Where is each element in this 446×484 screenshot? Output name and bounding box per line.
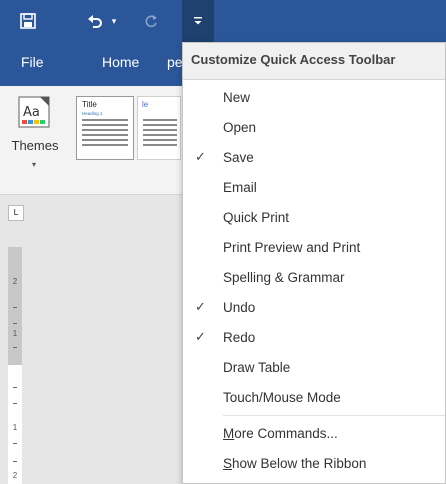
- menu-item-open[interactable]: Open: [183, 113, 445, 143]
- style-set-heading: Heading 1: [82, 111, 103, 116]
- menu-item-save[interactable]: ✓ Save: [183, 143, 445, 173]
- menu-item-touch-mouse-mode[interactable]: Touch/Mouse Mode: [183, 383, 445, 413]
- menu-item-spelling-grammar[interactable]: Spelling & Grammar: [183, 263, 445, 293]
- menu-separator: [223, 415, 445, 416]
- ruler-tick: [13, 461, 17, 462]
- title-bar: ▾: [0, 0, 446, 42]
- menu-item-redo[interactable]: ✓ Redo: [183, 323, 445, 353]
- redo-icon: [145, 15, 157, 28]
- menu-item-label: Print Preview and Print: [223, 240, 361, 255]
- themes-label: Themes: [11, 138, 59, 153]
- style-set-2-title: le: [142, 100, 149, 109]
- tab-home[interactable]: Home: [102, 54, 139, 70]
- customize-qat-menu: Customize Quick Access Toolbar New Open …: [182, 42, 446, 484]
- menu-header: Customize Quick Access Toolbar: [183, 43, 445, 80]
- svg-text:Aa: Aa: [23, 105, 40, 120]
- menu-item-label: Save: [223, 150, 254, 165]
- checkmark-icon: ✓: [195, 299, 206, 314]
- tab-selector-button[interactable]: L: [8, 205, 24, 221]
- style-set-preview-lines: [82, 119, 128, 149]
- style-set-2-preview-lines: [143, 119, 177, 149]
- accelerator-key: S: [223, 456, 233, 471]
- menu-item-label: Quick Print: [223, 210, 290, 225]
- menu-item-label: Undo: [223, 300, 256, 315]
- ruler-mark: 1: [12, 423, 18, 432]
- checkmark-icon: ✓: [195, 149, 206, 164]
- ruler-mark: 2: [12, 277, 18, 286]
- menu-item-label-rest: ore Commands...: [234, 426, 338, 441]
- menu-item-print-preview[interactable]: Print Preview and Print: [183, 233, 445, 263]
- checkmark-icon: ✓: [195, 329, 206, 344]
- tab-file[interactable]: File: [21, 54, 44, 70]
- tab-design-partial[interactable]: pe: [167, 54, 183, 70]
- menu-item-draw-table[interactable]: Draw Table: [183, 353, 445, 383]
- menu-item-label: Spelling & Grammar: [223, 270, 345, 285]
- ruler-tick: [13, 347, 17, 348]
- themes-button[interactable]: Aa Themes ▾: [6, 94, 64, 169]
- save-icon: [20, 13, 36, 29]
- menu-item-label: Open: [223, 120, 257, 135]
- chevron-down-icon: ▾: [31, 160, 36, 169]
- ruler-tick: [13, 403, 17, 404]
- menu-item-new[interactable]: New: [183, 83, 445, 113]
- themes-icon: Aa: [18, 96, 50, 128]
- menu-item-label: Touch/Mouse Mode: [223, 390, 341, 405]
- undo-icon: [88, 15, 102, 28]
- ruler-mark: 1: [12, 329, 18, 338]
- ruler-mark: 2: [12, 471, 18, 480]
- vertical-ruler[interactable]: 2 1 1 2: [8, 247, 22, 484]
- menu-item-show-below-ribbon[interactable]: Show Below the Ribbon: [183, 449, 445, 479]
- style-set-thumbnail-2[interactable]: le: [137, 96, 181, 160]
- ruler-tick: [13, 307, 17, 308]
- redo-button[interactable]: [140, 0, 162, 42]
- menu-item-label: Redo: [223, 330, 256, 345]
- menu-item-label: New: [223, 90, 251, 105]
- menu-item-label: Email: [223, 180, 257, 195]
- accelerator-key: M: [223, 426, 235, 441]
- undo-dropdown-button[interactable]: ▾: [108, 0, 120, 42]
- menu-item-more-commands[interactable]: More Commands...: [183, 419, 445, 449]
- customize-qat-button[interactable]: [182, 0, 214, 42]
- menu-item-quick-print[interactable]: Quick Print: [183, 203, 445, 233]
- save-button[interactable]: [14, 0, 42, 42]
- menu-item-label-rest: how Below the Ribbon: [232, 456, 367, 471]
- ruler-tick: [13, 443, 17, 444]
- chevron-down-icon: ▾: [111, 15, 117, 26]
- customize-qat-icon: [194, 17, 202, 25]
- undo-button[interactable]: [84, 0, 106, 42]
- ruler-tick: [13, 323, 17, 324]
- menu-title: Customize Quick Access Toolbar: [191, 52, 396, 67]
- menu-item-label: Show Below the Ribbon: [223, 456, 366, 471]
- menu-item-label: More Commands...: [223, 426, 338, 441]
- menu-item-undo[interactable]: ✓ Undo: [183, 293, 445, 323]
- style-set-thumbnail[interactable]: Title Heading 1: [76, 96, 134, 160]
- menu-item-email[interactable]: Email: [183, 173, 445, 203]
- ruler-tick: [13, 387, 17, 388]
- style-set-title: Title: [82, 100, 97, 109]
- menu-item-label: Draw Table: [223, 360, 291, 375]
